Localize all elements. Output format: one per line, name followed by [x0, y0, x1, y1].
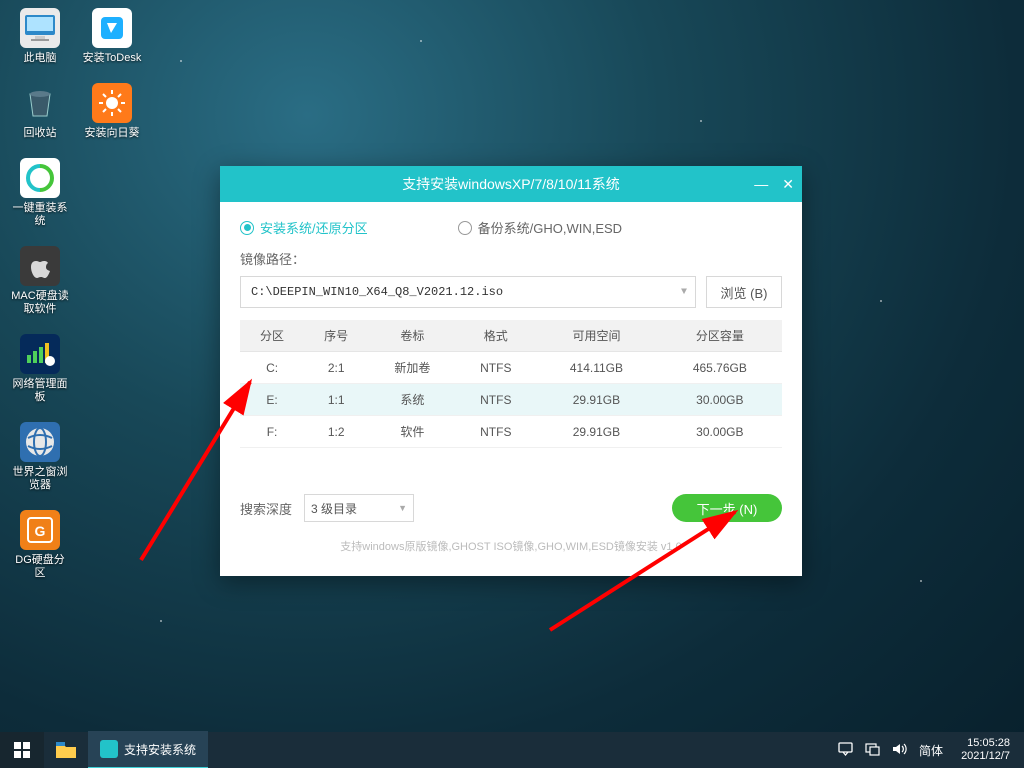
radio-dot-icon — [240, 221, 254, 235]
diskgenius-icon: G — [20, 510, 60, 550]
table-cell: F: — [240, 416, 304, 448]
desktop-icon-label: 回收站 — [24, 127, 57, 140]
install-todesk-icon — [92, 8, 132, 48]
table-cell: NTFS — [456, 416, 535, 448]
radio-dot-icon — [458, 221, 472, 235]
clock-time: 15:05:28 — [961, 737, 1010, 750]
chevron-down-icon: ▼ — [681, 287, 687, 298]
subtitle: 支持windows原版镜像,GHOST ISO镜像,GHO,WIM,ESD镜像安… — [220, 538, 802, 554]
file-explorer-button[interactable] — [44, 732, 88, 768]
desktop-icon-theworld-browser[interactable]: 世界之窗浏览器 — [10, 422, 70, 492]
search-depth-label: 搜索深度 — [240, 499, 292, 518]
table-header: 序号 — [304, 320, 368, 352]
clock[interactable]: 15:05:28 2021/12/7 — [955, 737, 1016, 763]
table-header: 可用空间 — [535, 320, 657, 352]
window-title: 支持安装windowsXP/7/8/10/11系统 — [402, 174, 620, 194]
taskbar-task-label: 支持安装系统 — [124, 741, 196, 758]
desktop-icon-label: DG硬盘分区 — [10, 554, 70, 580]
table-header: 卷标 — [368, 320, 456, 352]
network-panel-icon — [20, 334, 60, 374]
action-center-icon[interactable] — [838, 742, 853, 759]
mac-disk-reader-icon — [20, 246, 60, 286]
table-cell: 1:2 — [304, 416, 368, 448]
clock-date: 2021/12/7 — [961, 750, 1010, 763]
recycle-bin-icon — [20, 83, 60, 123]
browse-button[interactable]: 浏览 (B) — [706, 276, 782, 308]
table-cell: C: — [240, 352, 304, 384]
table-cell: 新加卷 — [368, 352, 456, 384]
search-depth-value: 3 级目录 — [311, 500, 357, 517]
desktop-icon-label: 此电脑 — [24, 52, 57, 65]
radio-install-label: 安装系统/还原分区 — [260, 218, 368, 237]
desktop-icon-install-todesk[interactable]: 安装ToDesk — [82, 8, 142, 65]
radio-backup[interactable]: 备份系统/GHO,WIN,ESD — [458, 218, 622, 237]
minimize-button[interactable]: — — [754, 176, 768, 192]
chevron-down-icon: ▼ — [398, 503, 407, 513]
desktop-icon-label: MAC硬盘读取软件 — [10, 290, 70, 316]
titlebar: 支持安装windowsXP/7/8/10/11系统 — ✕ — [220, 166, 802, 202]
desktop-icon-label: 安装ToDesk — [83, 52, 142, 65]
desktop-icon-recycle-bin[interactable]: 回收站 — [10, 83, 70, 140]
table-cell: 30.00GB — [658, 416, 782, 448]
radio-install[interactable]: 安装系统/还原分区 — [240, 218, 368, 237]
desktop-icon-label: 安装向日葵 — [85, 127, 140, 140]
image-path-label: 镜像路径： — [240, 249, 782, 268]
close-button[interactable]: ✕ — [782, 176, 794, 193]
table-row[interactable]: C:2:1新加卷NTFS414.11GB465.76GB — [240, 352, 782, 384]
desktop-icon-install-sunlogin[interactable]: 安装向日葵 — [82, 83, 142, 140]
desktop-icon-this-pc[interactable]: 此电脑 — [10, 8, 70, 65]
taskbar-task-installer[interactable]: 支持安装系统 — [88, 731, 208, 768]
table-cell: 414.11GB — [535, 352, 657, 384]
table-header: 格式 — [456, 320, 535, 352]
install-sunlogin-icon — [92, 83, 132, 123]
desktop-icon-reinstall-system[interactable]: 一键重装系统 — [10, 158, 70, 228]
installer-window: 支持安装windowsXP/7/8/10/11系统 — ✕ 安装系统/还原分区 … — [220, 166, 802, 576]
partition-table: 分区序号卷标格式可用空间分区容量 C:2:1新加卷NTFS414.11GB465… — [240, 320, 782, 448]
desktop-icon-mac-disk-reader[interactable]: MAC硬盘读取软件 — [10, 246, 70, 316]
svg-text:G: G — [35, 523, 46, 539]
start-button[interactable] — [0, 732, 44, 768]
table-cell: 30.00GB — [658, 384, 782, 416]
image-path-value: C:\DEEPIN_WIN10_X64_Q8_V2021.12.iso — [251, 285, 503, 299]
installer-icon — [100, 740, 118, 758]
desktop-icon-label: 网络管理面板 — [10, 378, 70, 404]
desktop-icon-label: 一键重装系统 — [10, 202, 70, 228]
desktop-icon-diskgenius[interactable]: G DG硬盘分区 — [10, 510, 70, 580]
reinstall-system-icon — [20, 158, 60, 198]
ime-indicator[interactable]: 简体 — [919, 742, 943, 759]
volume-icon[interactable] — [892, 742, 907, 759]
table-cell: NTFS — [456, 352, 535, 384]
table-cell: NTFS — [456, 384, 535, 416]
table-cell: 1:1 — [304, 384, 368, 416]
table-row[interactable]: E:1:1系统NTFS29.91GB30.00GB — [240, 384, 782, 416]
table-cell: E: — [240, 384, 304, 416]
next-button[interactable]: 下一步 (N) — [672, 494, 782, 522]
table-cell: 系统 — [368, 384, 456, 416]
network-icon[interactable] — [865, 742, 880, 759]
taskbar: 支持安装系统 简体 15:05:28 2021/12/7 — [0, 732, 1024, 768]
this-pc-icon — [20, 8, 60, 48]
table-cell: 软件 — [368, 416, 456, 448]
table-row[interactable]: F:1:2软件NTFS29.91GB30.00GB — [240, 416, 782, 448]
table-cell: 2:1 — [304, 352, 368, 384]
desktop-icon-label: 世界之窗浏览器 — [10, 466, 70, 492]
table-cell: 29.91GB — [535, 416, 657, 448]
desktop-icon-network-panel[interactable]: 网络管理面板 — [10, 334, 70, 404]
table-header: 分区 — [240, 320, 304, 352]
table-cell: 29.91GB — [535, 384, 657, 416]
search-depth-select[interactable]: 3 级目录 ▼ — [304, 494, 414, 522]
table-header: 分区容量 — [658, 320, 782, 352]
table-cell: 465.76GB — [658, 352, 782, 384]
theworld-browser-icon — [20, 422, 60, 462]
image-path-select[interactable]: C:\DEEPIN_WIN10_X64_Q8_V2021.12.iso ▼ — [240, 276, 696, 308]
radio-backup-label: 备份系统/GHO,WIN,ESD — [478, 218, 622, 237]
